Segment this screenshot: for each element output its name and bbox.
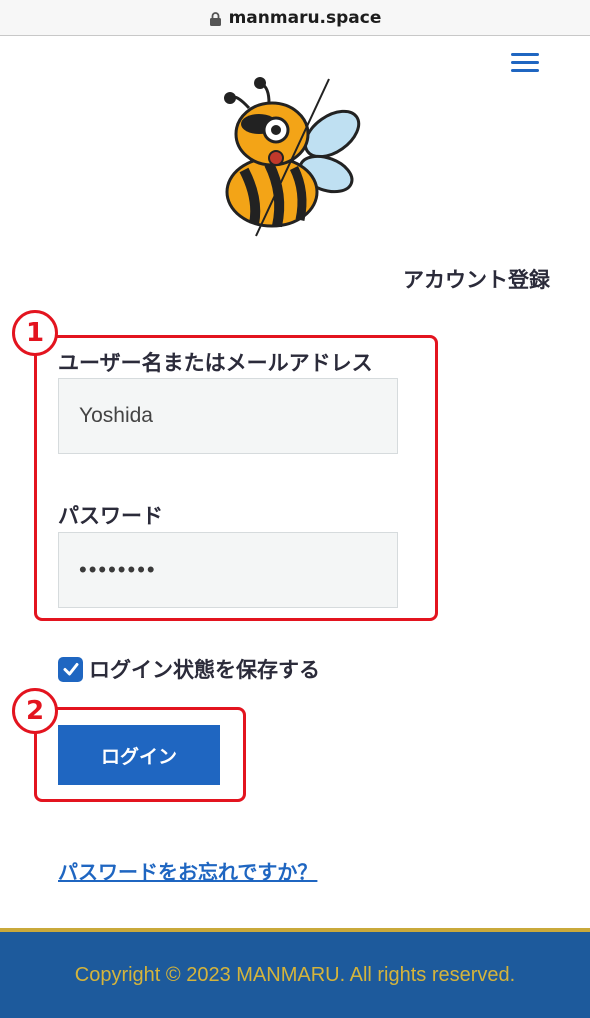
browser-url: manmaru.space <box>228 7 382 28</box>
forgot-password-link[interactable]: パスワードをお忘れですか？ <box>58 856 317 885</box>
register-account-link[interactable]: アカウント登録 <box>403 264 550 294</box>
hamburger-icon[interactable] <box>511 53 539 75</box>
username-label: ユーザー名またはメールアドレス <box>58 351 373 375</box>
checkbox-checked-icon[interactable] <box>58 656 83 682</box>
lock-icon <box>209 11 221 26</box>
remember-login-label: ログイン状態を保存する <box>89 658 320 682</box>
annotation-number-2: 2 <box>12 688 58 734</box>
browser-url-bar[interactable]: manmaru.space <box>0 0 590 36</box>
annotation-number-1: 1 <box>12 310 58 356</box>
login-button[interactable]: ログイン <box>58 725 220 785</box>
remember-login-checkbox[interactable]: ログイン状態を保存する <box>58 654 320 684</box>
username-input[interactable]: Yoshida <box>58 378 398 454</box>
bee-mascot-logo <box>224 77 361 237</box>
password-label: パスワード <box>58 504 163 528</box>
copyright-text: Copyright © 2023 MANMARU. All rights res… <box>74 963 516 986</box>
footer: Copyright © 2023 MANMARU. All rights res… <box>0 932 590 1018</box>
password-input[interactable]: •••••••• <box>58 532 398 608</box>
